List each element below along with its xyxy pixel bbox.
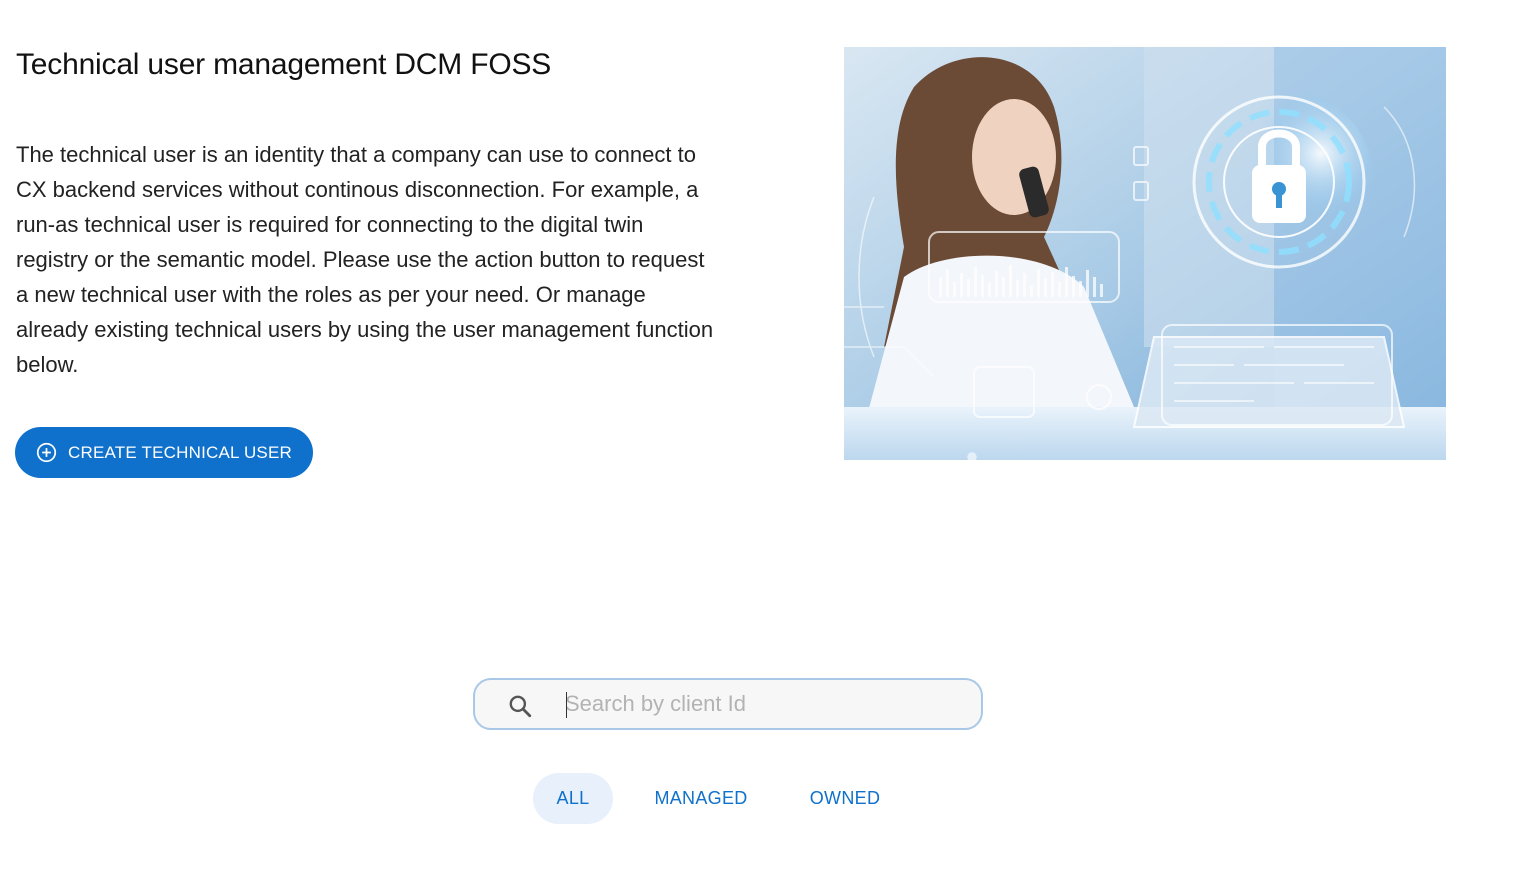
hero-image: [844, 47, 1446, 460]
create-technical-user-button[interactable]: CREATE TECHNICAL USER: [15, 427, 313, 478]
filter-owned[interactable]: OWNED: [808, 773, 882, 824]
intro-description: The technical user is an identity that a…: [16, 142, 714, 377]
create-technical-user-label: CREATE TECHNICAL USER: [68, 442, 292, 462]
filter-managed[interactable]: MANAGED: [653, 773, 749, 824]
technical-user-management-page: Technical user management DCM FOSS The t…: [0, 0, 1514, 869]
filter-all[interactable]: ALL: [533, 773, 613, 824]
plus-circle-icon: [36, 442, 57, 463]
search-icon: [507, 693, 533, 719]
text-caret: [566, 692, 567, 718]
search-input[interactable]: [565, 688, 965, 720]
page-title: Technical user management DCM FOSS: [16, 48, 552, 81]
search-box: [473, 678, 983, 730]
